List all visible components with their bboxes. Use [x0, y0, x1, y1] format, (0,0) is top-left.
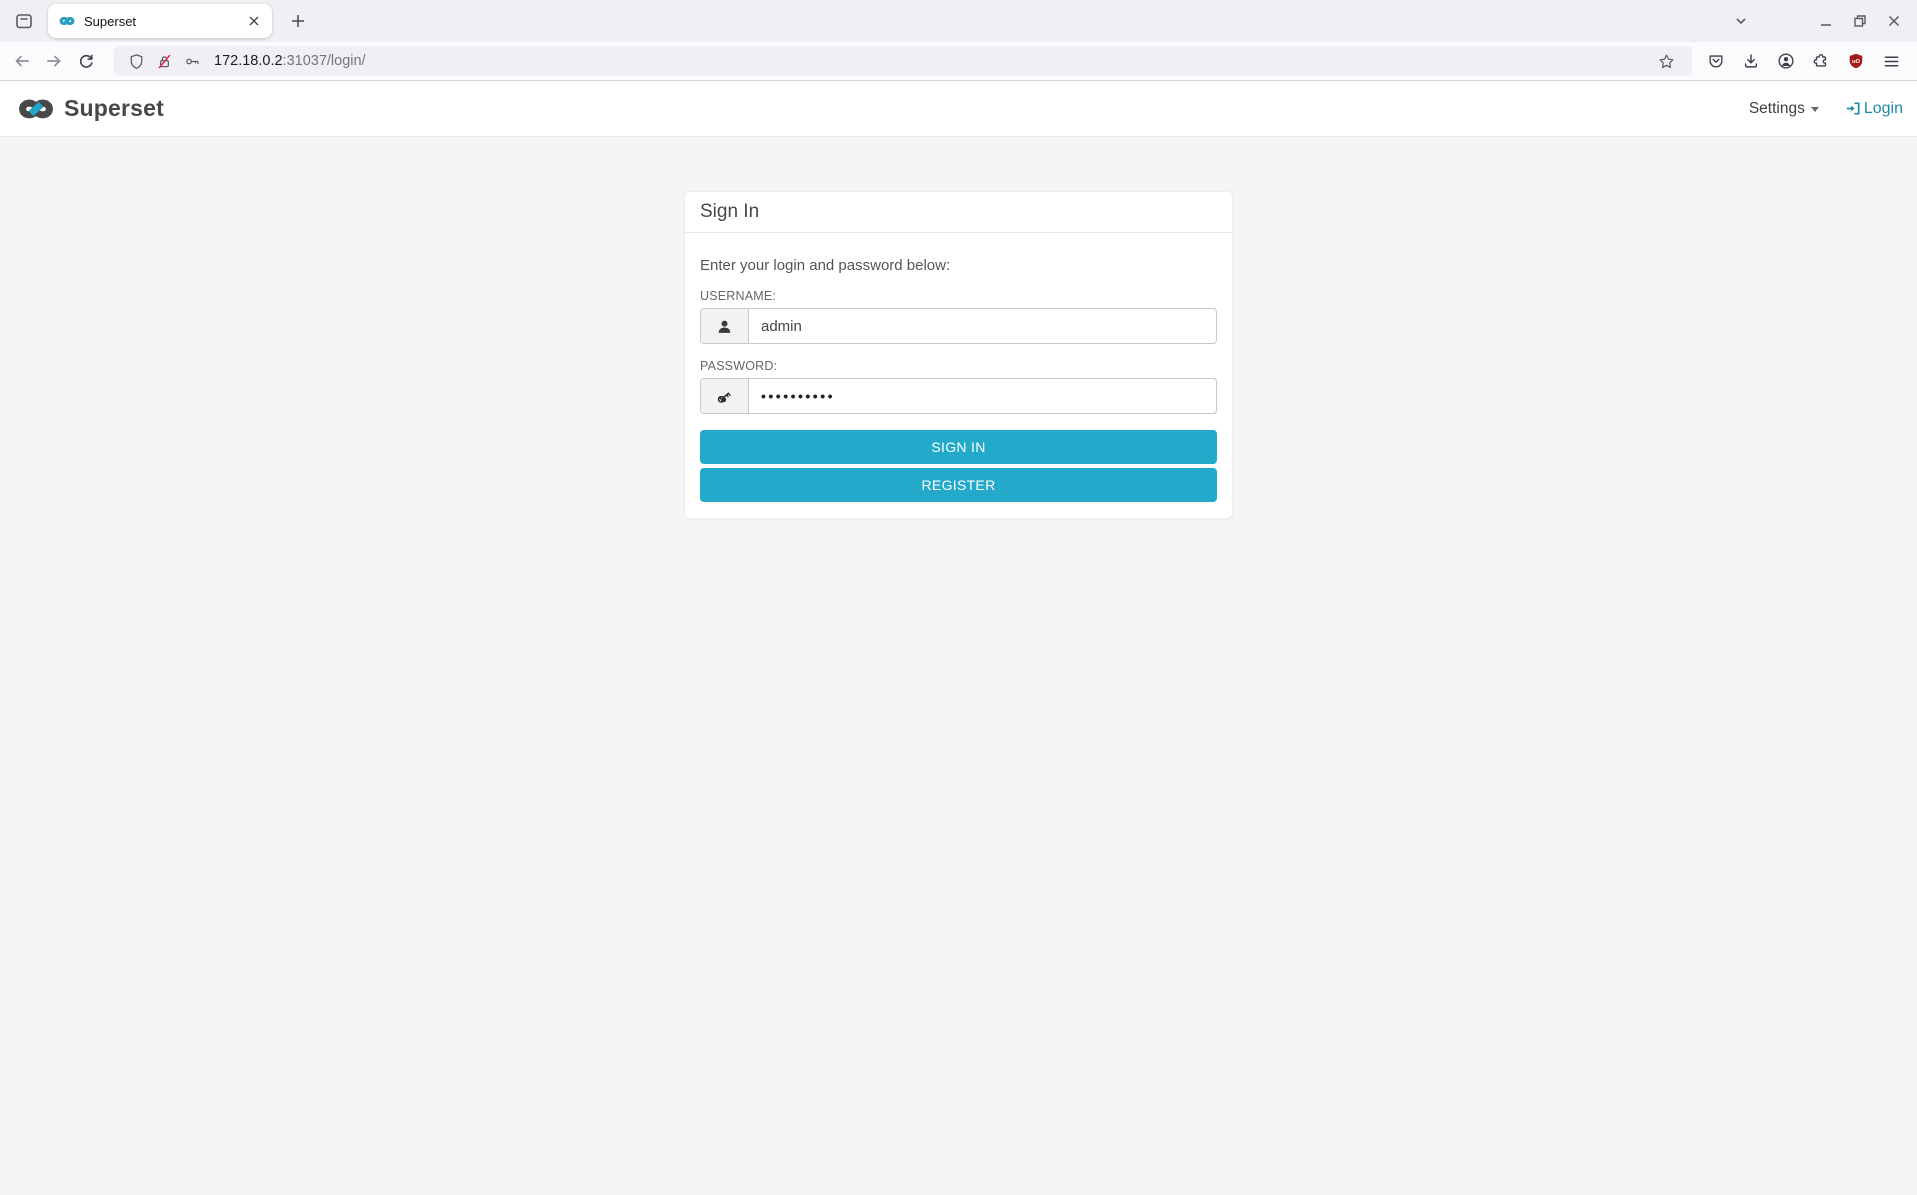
- toolbar-extension-area: uO: [1700, 45, 1907, 77]
- url-text: 172.18.0.2:31037/login/: [214, 53, 366, 69]
- svg-text:uO: uO: [1852, 59, 1861, 65]
- password-input[interactable]: [749, 379, 1216, 413]
- settings-label: Settings: [1749, 100, 1805, 118]
- extensions-puzzle-icon[interactable]: [1805, 45, 1837, 77]
- saved-password-key-icon[interactable]: [180, 49, 204, 73]
- forward-button[interactable]: [38, 45, 70, 77]
- card-header: Sign In: [685, 192, 1232, 233]
- bookmark-star-icon[interactable]: [1654, 49, 1678, 73]
- tab-title: Superset: [84, 14, 242, 29]
- superset-brand[interactable]: Superset: [14, 94, 164, 124]
- ublock-origin-icon[interactable]: uO: [1840, 45, 1872, 77]
- insecure-lock-icon[interactable]: [152, 49, 176, 73]
- reload-button[interactable]: [70, 45, 102, 77]
- password-input-group: [700, 378, 1217, 414]
- instruction-text: Enter your login and password below:: [700, 257, 1217, 274]
- page-content: Sign In Enter your login and password be…: [0, 191, 1917, 1195]
- superset-navbar: Superset Settings Login: [0, 81, 1917, 137]
- firefox-view-icon[interactable]: [8, 5, 40, 37]
- username-input-group: [700, 308, 1217, 344]
- window-minimize-button[interactable]: [1809, 5, 1843, 37]
- address-bar[interactable]: 172.18.0.2:31037/login/: [114, 46, 1692, 76]
- chevron-down-icon: [1811, 107, 1819, 112]
- back-button[interactable]: [6, 45, 38, 77]
- browser-window: Superset: [0, 0, 1917, 1195]
- menu-hamburger-icon[interactable]: [1875, 45, 1907, 77]
- window-close-button[interactable]: [1877, 5, 1911, 37]
- username-label: USERNAME:: [700, 289, 1217, 303]
- list-all-tabs-icon[interactable]: [1725, 5, 1757, 37]
- user-icon: [701, 309, 749, 343]
- account-icon[interactable]: [1770, 45, 1802, 77]
- sign-in-icon: [1845, 100, 1862, 117]
- superset-favicon-icon: [58, 14, 76, 28]
- superset-logo-icon: [14, 94, 58, 124]
- login-label: Login: [1864, 100, 1903, 118]
- url-path: :31037/login/: [283, 53, 366, 69]
- browser-toolbar: 172.18.0.2:31037/login/ uO: [0, 42, 1917, 81]
- settings-menu[interactable]: Settings: [1749, 100, 1819, 118]
- url-host: 172.18.0.2: [214, 53, 283, 69]
- password-label: PASSWORD:: [700, 359, 1217, 373]
- new-tab-button[interactable]: [282, 5, 314, 37]
- key-icon: [701, 379, 749, 413]
- tab-close-icon[interactable]: [242, 9, 266, 33]
- tab-bar: Superset: [0, 0, 1917, 42]
- browser-tab-superset[interactable]: Superset: [48, 4, 272, 38]
- sign-in-card: Sign In Enter your login and password be…: [684, 191, 1233, 519]
- brand-title: Superset: [64, 95, 164, 122]
- sign-in-button[interactable]: SIGN IN: [700, 430, 1217, 464]
- card-body: Enter your login and password below: USE…: [685, 257, 1232, 518]
- card-title: Sign In: [700, 202, 1217, 222]
- downloads-icon[interactable]: [1735, 45, 1767, 77]
- pocket-icon[interactable]: [1700, 45, 1732, 77]
- username-input[interactable]: [749, 309, 1216, 343]
- login-link[interactable]: Login: [1845, 100, 1903, 118]
- window-restore-button[interactable]: [1843, 5, 1877, 37]
- tracking-protection-shield-icon[interactable]: [124, 49, 148, 73]
- register-button[interactable]: REGISTER: [700, 468, 1217, 502]
